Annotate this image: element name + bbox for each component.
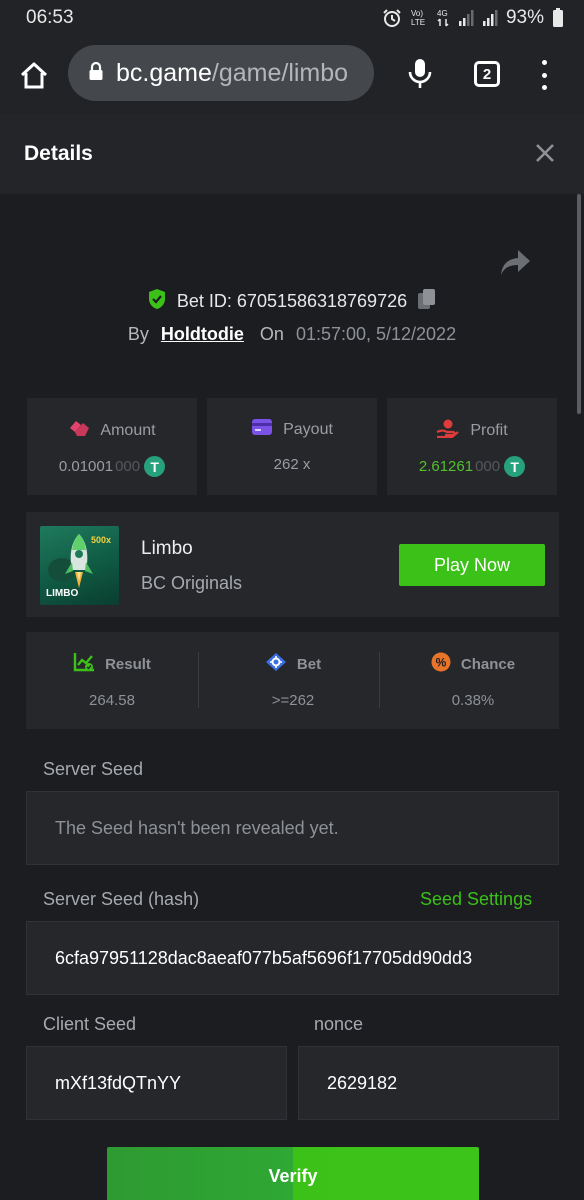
svg-text:Vo): Vo) bbox=[411, 9, 423, 18]
nonce-label: nonce bbox=[314, 1014, 364, 1034]
game-name: Limbo bbox=[141, 538, 193, 559]
verify-button[interactable]: Verify bbox=[107, 1147, 479, 1200]
svg-text:4G: 4G bbox=[437, 9, 448, 18]
bet-author-row: By Holdtodie On 01:57:00, 5/12/2022 bbox=[0, 324, 584, 345]
status-bar: 06:53 Vo) LTE 4G 93% bbox=[0, 0, 584, 36]
amount-card: Amount 0.01001 000 T bbox=[27, 398, 197, 495]
address-bar[interactable]: bc.game/game/limbo bbox=[68, 45, 374, 101]
client-seed-field[interactable]: mXf13fdQTnYY bbox=[26, 1046, 287, 1120]
play-now-button[interactable]: Play Now bbox=[399, 544, 545, 586]
copy-icon[interactable] bbox=[417, 288, 437, 315]
chance-column: % Chance 0.38% bbox=[387, 632, 559, 729]
thumb-title: LIMBO bbox=[46, 588, 78, 599]
verified-shield-icon bbox=[147, 288, 167, 315]
game-thumbnail[interactable]: 500x LIMBO bbox=[40, 526, 119, 605]
close-icon[interactable] bbox=[534, 142, 556, 164]
on-label: On bbox=[259, 324, 284, 344]
tabs-count-button[interactable]: 2 bbox=[474, 61, 500, 87]
network-type-icon: 4G bbox=[436, 8, 450, 28]
svg-text:LTE: LTE bbox=[411, 18, 425, 27]
amount-icon bbox=[68, 418, 90, 443]
profit-label: Profit bbox=[470, 421, 508, 439]
server-seed-hash-label: Server Seed (hash) bbox=[43, 889, 200, 909]
bet-id-row: Bet ID: 67051586318769726 bbox=[0, 288, 584, 315]
battery-percent: 93% bbox=[505, 7, 544, 28]
divider bbox=[198, 652, 199, 708]
status-time: 06:53 bbox=[26, 7, 74, 28]
share-icon[interactable] bbox=[500, 248, 532, 278]
amount-label: Amount bbox=[100, 421, 156, 439]
browser-toolbar: bc.game/game/limbo 2 bbox=[0, 36, 584, 114]
profit-icon bbox=[436, 418, 460, 443]
chance-value: 0.38% bbox=[451, 692, 495, 709]
amount-value: 0.01001 000 T bbox=[27, 456, 197, 477]
profit-card: Profit 2.61261 000 T bbox=[387, 398, 557, 495]
chance-label: Chance bbox=[460, 655, 516, 673]
game-card: 500x LIMBO Limbo BC Originals Play Now bbox=[26, 512, 559, 617]
bet-id-value: 67051586318769726 bbox=[236, 291, 408, 311]
server-seed-field[interactable]: The Seed hasn't been revealed yet. bbox=[26, 791, 559, 865]
bet-id-text: Bet ID: 67051586318769726 bbox=[176, 291, 408, 311]
game-provider: BC Originals bbox=[141, 573, 243, 593]
bet-column: Bet >=262 bbox=[207, 632, 379, 729]
payout-value: 262 x bbox=[273, 456, 311, 473]
url-domain: bc.game bbox=[116, 58, 212, 87]
result-label: Result bbox=[105, 655, 151, 673]
payout-label: Payout bbox=[283, 420, 333, 438]
result-value: 264.58 bbox=[89, 692, 135, 709]
thumb-badge: 500x bbox=[91, 535, 111, 545]
payout-icon bbox=[251, 418, 273, 441]
bet-date: 01:57:00, 5/12/2022 bbox=[295, 324, 457, 344]
username-link[interactable]: Holdtodie bbox=[161, 324, 244, 345]
divider bbox=[379, 652, 380, 708]
url-text: bc.game/game/limbo bbox=[116, 59, 348, 88]
bet-value: >=262 bbox=[271, 692, 315, 709]
signal-icon-2 bbox=[482, 9, 498, 27]
profit-value: 2.61261 000 T bbox=[387, 456, 557, 477]
nonce-field[interactable]: 2629182 bbox=[298, 1046, 559, 1120]
home-icon[interactable] bbox=[18, 60, 50, 92]
url-path: /game/limbo bbox=[211, 58, 349, 87]
battery-icon bbox=[552, 8, 564, 28]
signal-icon-1 bbox=[458, 9, 474, 27]
rocket-icon: 500x LIMBO bbox=[46, 534, 111, 599]
volte-icon: Vo) LTE bbox=[410, 8, 428, 28]
by-label: By bbox=[127, 324, 149, 344]
payout-card: Payout 262 x bbox=[207, 398, 377, 495]
alarm-icon bbox=[382, 8, 402, 28]
lock-icon bbox=[88, 61, 104, 86]
result-column: Result 264.58 bbox=[26, 632, 198, 729]
client-seed-label: Client Seed bbox=[43, 1014, 137, 1034]
bet-target-icon bbox=[265, 652, 287, 676]
result-chart-icon bbox=[73, 652, 95, 676]
dialog-title: Details bbox=[24, 142, 93, 165]
server-seed-hash-field[interactable]: 6cfa97951128dac8aeaf077b5af5696f17705dd9… bbox=[26, 921, 559, 995]
chance-percent-icon: % bbox=[431, 652, 451, 676]
microphone-icon[interactable] bbox=[406, 58, 434, 90]
tether-icon: T bbox=[504, 456, 526, 477]
result-card: Result 264.58 Bet >=262 % Chance 0.38% bbox=[26, 632, 559, 729]
bet-label: Bet bbox=[296, 655, 322, 673]
tether-icon: T bbox=[144, 456, 166, 477]
svg-text:%: % bbox=[436, 656, 447, 670]
more-menu-icon[interactable] bbox=[536, 60, 552, 90]
dialog-header: Details bbox=[0, 114, 584, 194]
server-seed-label: Server Seed bbox=[43, 759, 144, 779]
seed-settings-link[interactable]: Seed Settings bbox=[420, 889, 532, 910]
